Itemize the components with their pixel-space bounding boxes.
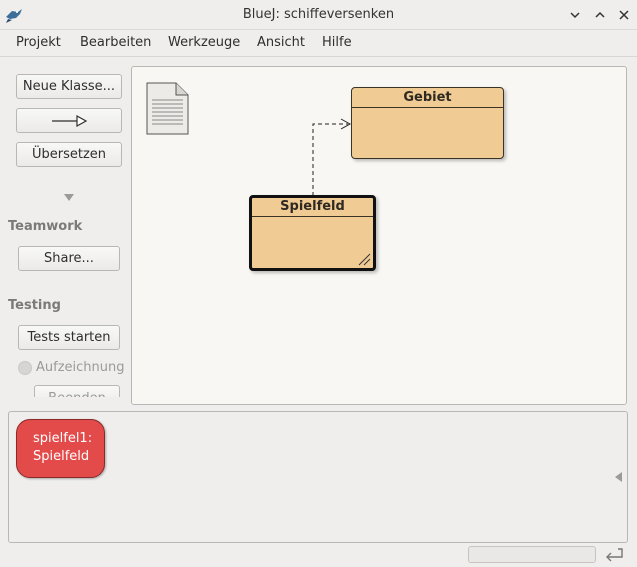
- inheritance-arrow-button[interactable]: [16, 108, 122, 133]
- class-spielfeld[interactable]: Spielfeld: [249, 195, 376, 271]
- recording-radio[interactable]: [18, 361, 32, 375]
- close-icon: [619, 10, 629, 20]
- run-tests-button[interactable]: Tests starten: [18, 325, 120, 350]
- menu-projekt[interactable]: Projekt: [16, 35, 61, 50]
- menu-ansicht[interactable]: Ansicht: [257, 35, 305, 50]
- new-class-button[interactable]: Neue Klasse...: [16, 74, 122, 99]
- minimize-button[interactable]: [566, 6, 584, 24]
- end-recording-button[interactable]: Beenden: [34, 385, 120, 397]
- object-bench[interactable]: spielfel1: Spielfeld: [8, 411, 628, 543]
- maximize-icon: [595, 11, 605, 18]
- class-gebiet-title: Gebiet: [352, 88, 503, 108]
- title-bar: BlueJ: schiffeversenken: [0, 0, 637, 30]
- object-name: spielfel1:: [33, 431, 93, 446]
- menu-werkzeuge[interactable]: Werkzeuge: [168, 35, 240, 50]
- class-gebiet[interactable]: Gebiet: [351, 87, 504, 159]
- class-diagram[interactable]: Gebiet Spielfeld: [131, 66, 627, 405]
- menu-bearbeiten[interactable]: Bearbeiten: [80, 35, 151, 50]
- menu-bar: Projekt Bearbeiten Werkzeuge Ansicht Hil…: [0, 30, 637, 57]
- class-spielfeld-title: Spielfeld: [252, 198, 373, 217]
- recording-label: Aufzeichnung: [36, 360, 125, 375]
- object-spielfel1[interactable]: spielfel1: Spielfeld: [16, 419, 105, 478]
- menu-hilfe[interactable]: Hilfe: [322, 35, 352, 50]
- compile-button[interactable]: Übersetzen: [16, 142, 122, 167]
- progress-indicator: [468, 546, 596, 563]
- triangle-left-icon[interactable]: [614, 471, 623, 483]
- object-type: Spielfeld: [33, 449, 90, 464]
- teamwork-heading: Teamwork: [8, 219, 83, 234]
- triangle-down-icon[interactable]: [63, 193, 75, 202]
- resize-handle-icon[interactable]: [357, 252, 371, 266]
- window-title: BlueJ: schiffeversenken: [242, 7, 395, 22]
- minimize-icon: [570, 12, 580, 19]
- end-button-clip: Beenden: [34, 385, 120, 397]
- close-button[interactable]: [615, 6, 633, 24]
- return-arrow-icon[interactable]: [604, 547, 624, 563]
- maximize-button[interactable]: [591, 6, 609, 24]
- testing-heading: Testing: [8, 298, 61, 313]
- share-button[interactable]: Share...: [18, 246, 120, 271]
- inheritance-arrow-icon: [52, 114, 88, 127]
